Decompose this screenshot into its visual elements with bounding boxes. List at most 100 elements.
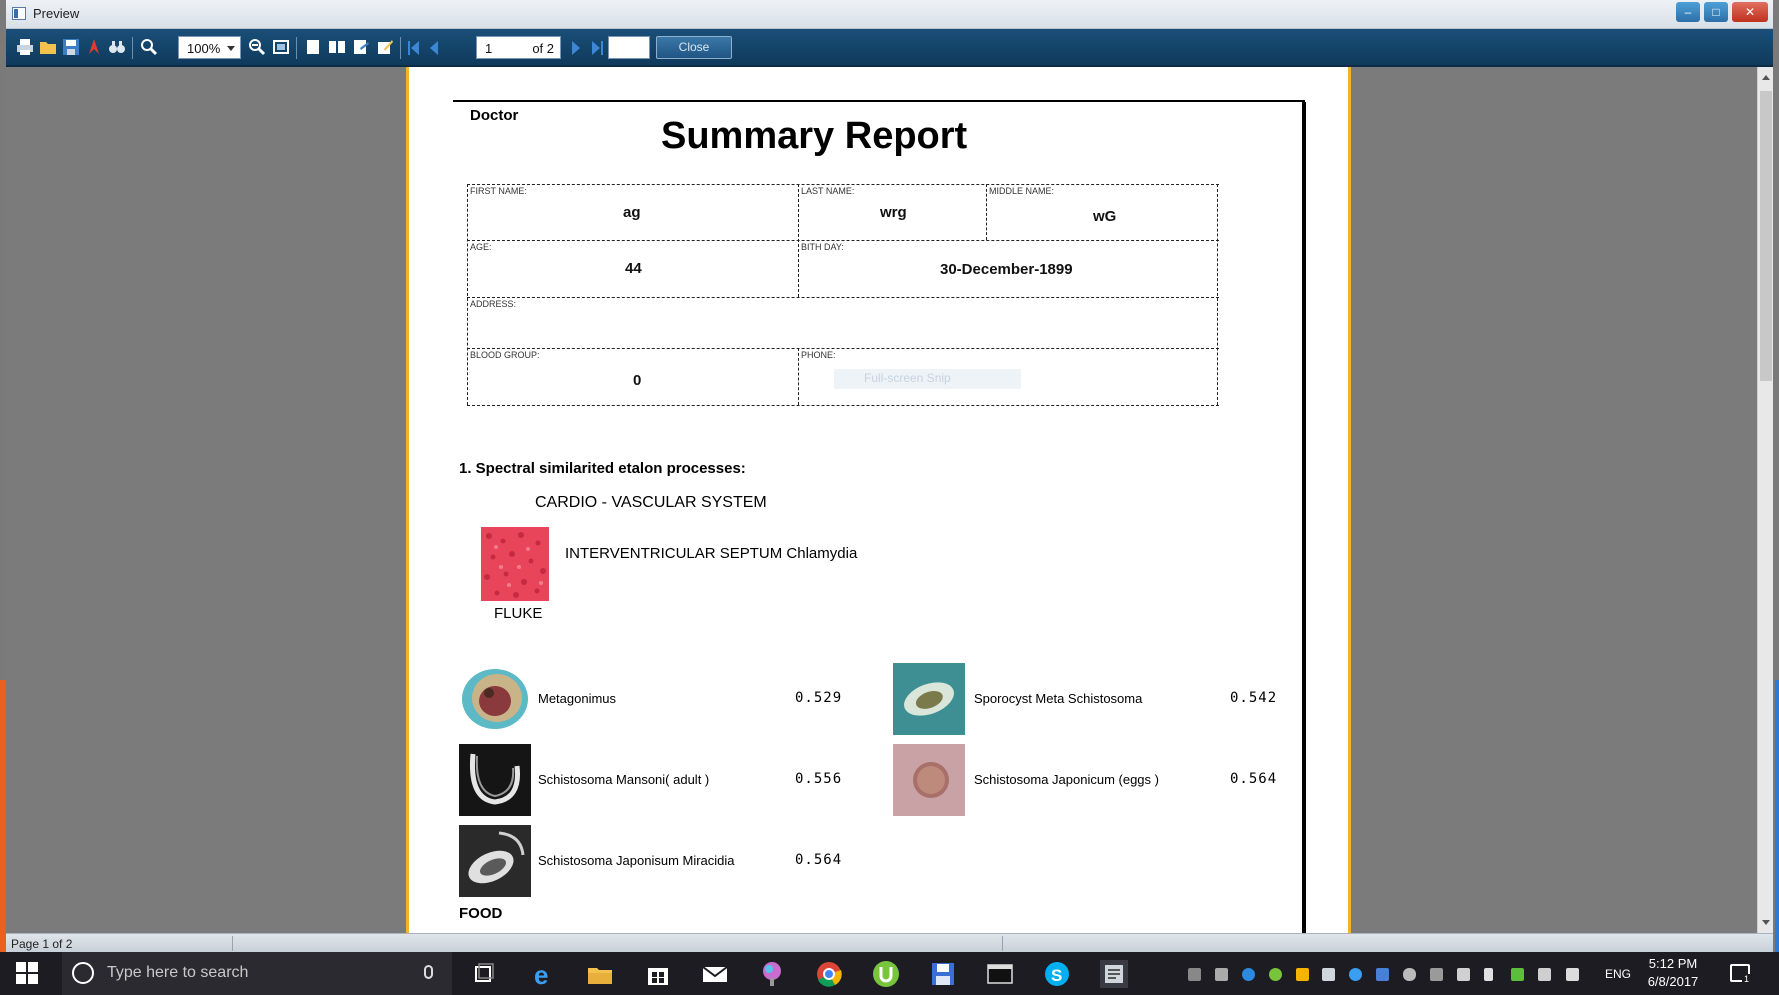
group-name: FLUKE — [494, 605, 543, 622]
address-label: ADDRESS: — [470, 299, 517, 309]
section-heading: 1. Spectral similarited etalon processes… — [459, 460, 746, 477]
last-name-label: LAST NAME: — [801, 186, 855, 196]
skype-icon[interactable]: S — [1043, 960, 1071, 988]
maximize-button[interactable]: □ — [1704, 2, 1728, 22]
vertical-scrollbar[interactable] — [1757, 67, 1773, 933]
scrollbar-thumb[interactable] — [1760, 91, 1772, 381]
clock-date: 6/8/2017 — [1647, 974, 1699, 989]
page-setup-icon[interactable] — [352, 38, 370, 56]
sporocyst-image — [893, 663, 965, 735]
tray-touch-icon[interactable] — [1457, 968, 1470, 981]
grid-line — [467, 184, 468, 405]
next-page-icon[interactable] — [572, 41, 580, 55]
chevron-down-icon — [227, 46, 235, 51]
page-right-rule — [1302, 102, 1306, 933]
page-status-text: Page 1 of 2 — [11, 937, 73, 951]
scroll-up-icon[interactable] — [1762, 75, 1770, 80]
preview-app-icon[interactable] — [1100, 960, 1128, 988]
screen: Preview – □ ✕ 100% 1 of 2 Close Doctor S… — [0, 0, 1779, 995]
svg-text:S: S — [1051, 966, 1062, 985]
fit-page-icon[interactable] — [272, 38, 290, 56]
phone-label: PHONE: — [801, 350, 836, 360]
tray-network-app-icon[interactable] — [1215, 968, 1228, 981]
multi-page-icon[interactable] — [328, 38, 346, 56]
clock[interactable]: 5:12 PM 6/8/2017 — [1638, 955, 1708, 991]
task-view-icon[interactable] — [470, 960, 498, 988]
prev-page-icon[interactable] — [430, 41, 438, 55]
file-explorer-icon[interactable] — [586, 960, 614, 988]
windows-start-icon[interactable] — [16, 962, 38, 984]
pdf-export-icon[interactable] — [85, 38, 103, 56]
terminal-window-icon[interactable] — [986, 960, 1014, 988]
last-page-icon[interactable] — [592, 41, 604, 55]
status-separator — [1002, 936, 1003, 951]
first-name-label: FIRST NAME: — [470, 186, 527, 196]
wifi-icon[interactable] — [1538, 968, 1551, 981]
zoom-in-icon[interactable] — [140, 38, 158, 56]
find-icon[interactable] — [108, 38, 126, 56]
chrome-icon[interactable] — [815, 960, 843, 988]
language-indicator[interactable]: ENG — [1605, 967, 1631, 981]
tray-browser-icon[interactable] — [1242, 968, 1255, 981]
preview-toolbar: 100% 1 of 2 Close — [6, 29, 1773, 67]
taskbar-search[interactable]: Type here to search — [62, 952, 452, 995]
schistosoma-mansoni-image — [459, 744, 531, 816]
tray-utorrent-icon[interactable] — [1269, 968, 1282, 981]
tray-app-icon[interactable] — [1188, 968, 1201, 981]
system-name: CARDIO - VASCULAR SYSTEM — [535, 494, 767, 511]
minimize-button[interactable]: – — [1676, 2, 1700, 22]
schistosoma-japonicum-eggs-image — [893, 744, 965, 816]
edit-icon[interactable] — [376, 38, 394, 56]
grid-line — [467, 184, 1219, 185]
last-name-value: wrg — [880, 204, 907, 221]
grid-line — [467, 297, 1219, 298]
onedrive-icon[interactable] — [1403, 968, 1416, 981]
toolbar-separator — [132, 37, 133, 59]
middle-name-value: wG — [1093, 208, 1117, 225]
toolbar-blank-field[interactable] — [608, 36, 650, 59]
svg-text:e: e — [534, 960, 548, 988]
edge-browser-icon[interactable]: e — [530, 960, 558, 988]
grid-line — [467, 240, 1219, 241]
birthday-label: BITH DAY: — [801, 242, 844, 252]
microphone-icon[interactable] — [424, 965, 433, 979]
window-titlebar: Preview – □ ✕ — [6, 0, 1773, 29]
item-value: 0.564 — [795, 852, 843, 868]
page-number-field[interactable]: 1 of 2 — [476, 36, 561, 59]
item-value: 0.564 — [1230, 771, 1278, 787]
toolbar-separator — [400, 37, 401, 59]
print-icon[interactable] — [16, 38, 34, 56]
toolbar-separator — [296, 37, 297, 59]
save-icon[interactable] — [62, 38, 80, 56]
window-close-button[interactable]: ✕ — [1732, 2, 1768, 22]
schistosoma-miracidia-image — [459, 825, 531, 897]
floppy-app-icon[interactable] — [929, 960, 957, 988]
app-icon-colorful[interactable] — [758, 960, 786, 988]
report-page: Doctor Summary Report FIRST NAME: ag LAS… — [406, 67, 1351, 933]
volume-icon[interactable] — [1566, 968, 1579, 981]
scroll-down-icon[interactable] — [1762, 920, 1770, 925]
close-preview-button[interactable]: Close — [656, 36, 732, 59]
bluetooth-icon[interactable] — [1376, 968, 1389, 981]
clock-time: 5:12 PM — [1648, 956, 1698, 971]
age-label: AGE: — [470, 242, 492, 252]
item-name: Metagonimus — [538, 691, 617, 706]
utorrent-icon[interactable] — [872, 960, 900, 988]
tray-device-icon[interactable] — [1430, 968, 1443, 981]
mail-icon[interactable] — [701, 960, 729, 988]
store-icon[interactable] — [644, 960, 672, 988]
google-drive-icon[interactable] — [1296, 968, 1309, 981]
zoom-out-icon[interactable] — [248, 38, 266, 56]
dropbox-icon[interactable] — [1322, 968, 1335, 981]
single-page-icon[interactable] — [304, 38, 322, 56]
tray-app-blue-icon[interactable] — [1349, 968, 1362, 981]
septum-tissue-image — [481, 527, 549, 601]
item-name: Schistosoma Japonicum (eggs ) — [974, 772, 1159, 787]
battery-icon[interactable] — [1484, 968, 1493, 981]
notification-count: 1 — [1742, 974, 1752, 984]
tray-security-icon[interactable] — [1511, 968, 1524, 981]
document-viewport[interactable]: Doctor Summary Report FIRST NAME: ag LAS… — [6, 67, 1757, 933]
first-page-icon[interactable] — [408, 41, 420, 55]
open-icon[interactable] — [39, 38, 57, 56]
zoom-select[interactable]: 100% — [178, 36, 241, 59]
